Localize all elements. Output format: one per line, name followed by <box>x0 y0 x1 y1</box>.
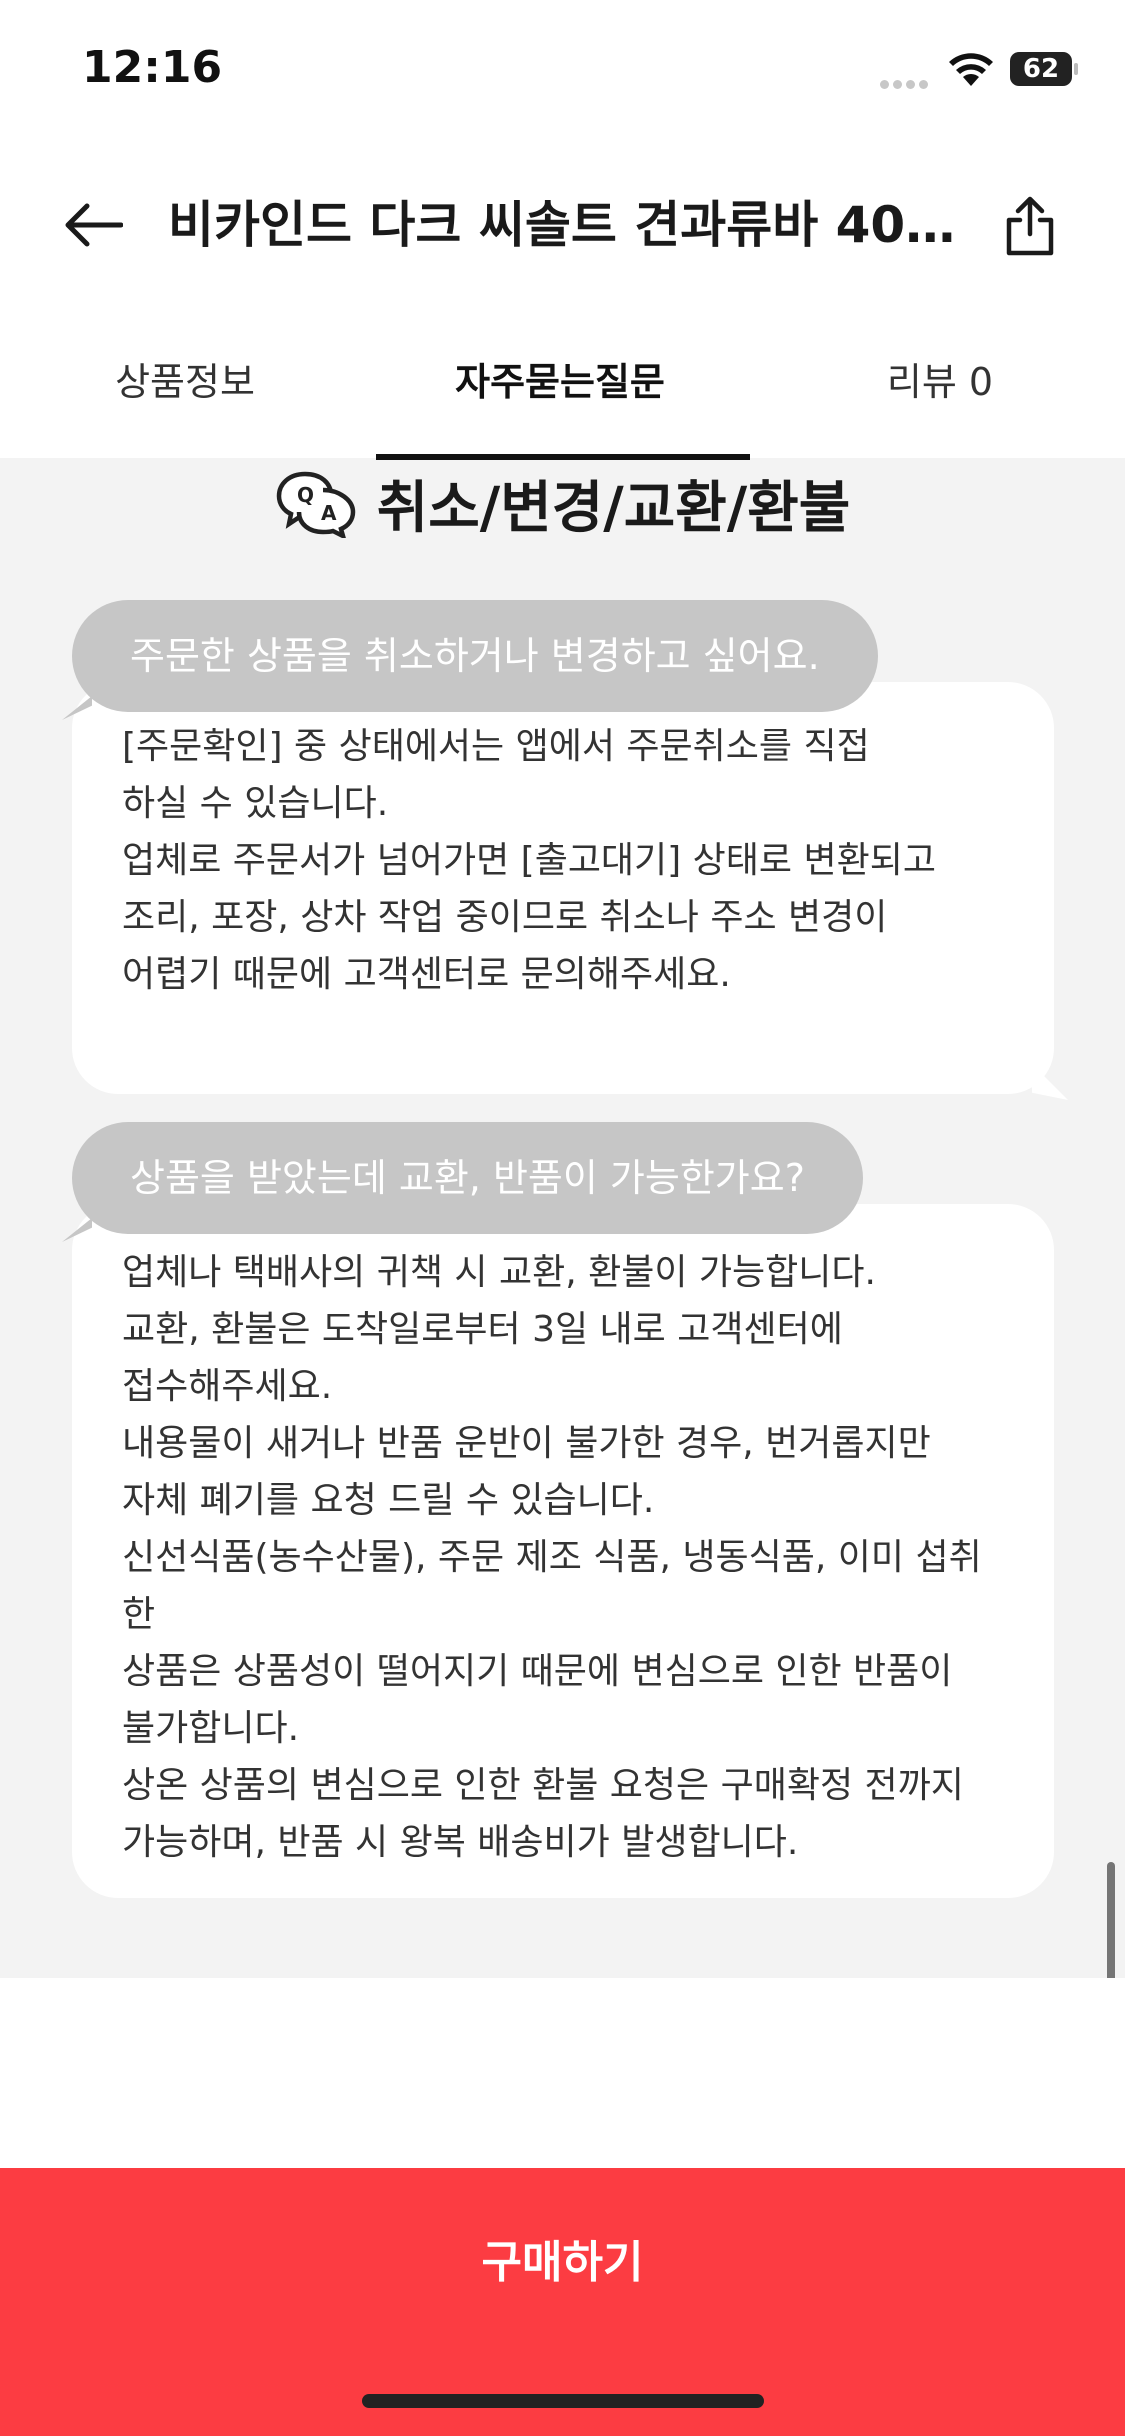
section-heading: Q A 취소/변경/교환/환불 <box>0 458 1125 548</box>
spacer <box>0 1978 1125 2168</box>
buy-button-label: 구매하기 <box>481 2238 644 2287</box>
svg-text:Q: Q <box>297 483 314 507</box>
tab-product-info[interactable]: 상품정보 <box>60 342 310 422</box>
question-bubble[interactable]: 상품을 받았는데 교환, 반품이 가능한가요? <box>72 1122 863 1234</box>
answer-text: 업체나 택배사의 귀책 시 교환, 환불이 가능합니다. 교환, 환불은 도착일… <box>122 1252 982 1863</box>
page-title: 비카인드 다크 씨솔트 견과류바 40... <box>168 196 958 254</box>
answer-card: [주문확인] 중 상태에서는 앱에서 주문취소를 직접 하실 수 있습니다. 업… <box>72 682 1068 1100</box>
answer-card: 업체나 택배사의 귀책 시 교환, 환불이 가능합니다. 교환, 환불은 도착일… <box>72 1204 1054 1898</box>
question-bubble[interactable]: 주문한 상품을 취소하거나 변경하고 싶어요. <box>72 600 878 712</box>
share-button[interactable] <box>990 186 1070 266</box>
tab-reviews[interactable]: 리뷰 0 <box>840 342 1040 422</box>
active-tab-indicator <box>376 454 750 460</box>
product-faq-screen: 12:16 62 비카인드 다크 씨솔트 견과류바 40... 상품정보 자주묻… <box>0 0 1125 2436</box>
answer-text: [주문확인] 중 상태에서는 앱에서 주문취소를 직접 하실 수 있습니다. 업… <box>122 726 936 995</box>
battery-level: 62 <box>1022 54 1060 84</box>
section-title: 취소/변경/교환/환불 <box>376 475 851 541</box>
back-button[interactable] <box>58 190 128 260</box>
tab-faq[interactable]: 자주묻는질문 <box>380 342 740 422</box>
status-time: 12:16 <box>82 42 223 93</box>
home-indicator[interactable] <box>362 2394 764 2408</box>
share-icon <box>1006 196 1054 256</box>
faq-item: [주문확인] 중 상태에서는 앱에서 주문취소를 직접 하실 수 있습니다. 업… <box>62 600 1068 1100</box>
status-bar: 12:16 62 <box>0 0 1125 140</box>
signal-dots-icon <box>880 74 936 89</box>
arrow-left-icon <box>65 203 123 247</box>
faq-item: 업체나 택배사의 귀책 시 교환, 환불이 가능합니다. 교환, 환불은 도착일… <box>62 1122 1054 1962</box>
wifi-icon <box>948 50 994 88</box>
svg-text:A: A <box>321 501 337 525</box>
qa-speech-bubble-icon: Q A <box>276 471 355 538</box>
battery-icon: 62 <box>1010 52 1078 86</box>
top-nav-bar: 비카인드 다크 씨솔트 견과류바 40... <box>0 150 1125 300</box>
tab-bar: 상품정보 자주묻는질문 리뷰 0 <box>0 320 1125 460</box>
bubble-tail <box>1032 1064 1068 1100</box>
faq-content: Q A 취소/변경/교환/환불 [주문확인] 중 상태에서는 앱에서 주문취소를… <box>0 458 1125 1978</box>
